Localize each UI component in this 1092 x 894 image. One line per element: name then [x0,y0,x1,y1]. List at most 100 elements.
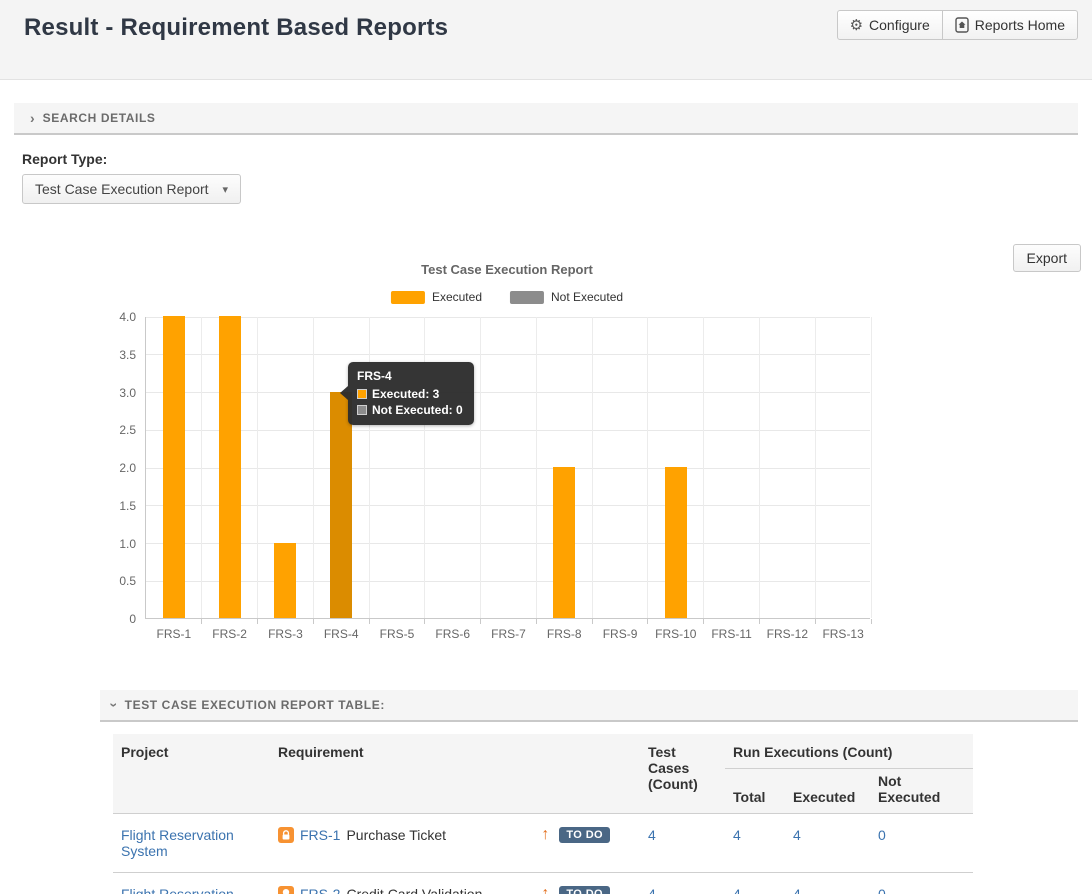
col-header-executed: Executed [785,769,870,814]
bar-FRS-3[interactable] [274,543,296,619]
legend-label: Executed [432,290,482,304]
configure-button[interactable]: ⚙ Configure [837,10,943,40]
not-executed-link[interactable]: 0 [878,827,886,843]
x-axis-tick [871,619,872,624]
y-axis-tick-label: 1.5 [94,499,136,513]
x-axis-tick [592,619,593,624]
table-row: Flight Reservation System FRS-1 Purchase T… [113,814,973,873]
tooltip-row-text: Not Executed: 0 [372,403,463,417]
x-axis-category-label: FRS-3 [268,627,303,641]
y-axis-tick-label: 2.5 [94,423,136,437]
reports-home-button[interactable]: Reports Home [942,10,1078,40]
chevron-right-icon: › [30,111,35,125]
chart-region: Export Test Case Execution Report Execut… [0,204,1092,654]
gridline [536,317,537,618]
gridline [647,317,648,618]
search-details-toggle[interactable]: › SEARCH DETAILS [14,103,1078,135]
x-axis-category-label: FRS-6 [435,627,470,641]
col-header-project: Project [113,734,270,814]
x-axis-category-label: FRS-9 [603,627,638,641]
project-link[interactable]: Flight Reservation System [121,886,234,894]
requirement-key-link[interactable]: FRS-1 [300,827,340,843]
test-cases-count-link[interactable]: 4 [648,886,656,894]
project-link[interactable]: Flight Reservation System [121,827,234,859]
col-header-not-executed: Not Executed [870,769,973,814]
requirement-cell: FRS-2Credit Card Validation↑TO DO [278,886,632,894]
export-button[interactable]: Export [1013,244,1081,272]
y-axis-tick-label: 1.0 [94,537,136,551]
x-axis-tick [424,619,425,624]
status-badge: TO DO [559,886,610,894]
gridline [313,317,314,618]
bar-FRS-1[interactable] [163,316,185,618]
legend-item[interactable]: Not Executed [510,290,623,304]
x-axis-tick [536,619,537,624]
chevron-down-icon: › [107,703,121,708]
y-axis-tick-label: 0.5 [94,574,136,588]
gridline [815,317,816,618]
report-type-label: Report Type: [22,151,1092,167]
chart-legend: Executed Not Executed [391,290,623,304]
gridline [480,317,481,618]
x-axis-tick [647,619,648,624]
table-section-toggle[interactable]: › TEST CASE EXECUTION REPORT TABLE: [100,690,1078,722]
gridline [146,392,870,393]
requirement-type-bulb-icon [278,886,294,894]
col-header-requirement: Requirement [270,734,640,814]
page-header: Result - Requirement Based Reports ⚙ Con… [0,0,1092,80]
bar-FRS-8[interactable] [553,467,575,618]
x-axis-tick [369,619,370,624]
executed-link[interactable]: 4 [793,886,801,894]
chart-title: Test Case Execution Report [421,262,593,277]
report-table: Project Requirement Test Cases (Count) R… [113,734,973,894]
y-axis-tick-label: 3.0 [94,386,136,400]
requirement-summary: Purchase Ticket [346,827,446,843]
report-home-icon [955,17,969,33]
report-type-block: Report Type: Test Case Execution Report … [22,151,1092,204]
legend-swatch [510,291,544,304]
tooltip-swatch [357,389,367,399]
legend-item[interactable]: Executed [391,290,482,304]
x-axis-tick [257,619,258,624]
x-axis-category-label: FRS-12 [767,627,808,641]
x-axis-category-label: FRS-1 [157,627,192,641]
gridline [201,317,202,618]
table-row: Flight Reservation SystemFRS-2Credit Car… [113,873,973,894]
bar-FRS-4[interactable] [330,392,352,619]
total-link[interactable]: 4 [733,827,741,843]
legend-swatch [391,291,425,304]
bar-FRS-10[interactable] [665,467,687,618]
gridline [871,317,872,618]
report-type-selected-value: Test Case Execution Report [35,181,209,197]
table-section-label: TEST CASE EXECUTION REPORT TABLE: [125,698,385,712]
requirement-key-link[interactable]: FRS-2 [300,886,340,894]
not-executed-link[interactable]: 0 [878,886,886,894]
col-header-test-cases: Test Cases (Count) [640,734,725,814]
x-axis-tick [759,619,760,624]
y-axis-tick-label: 0 [94,612,136,626]
y-axis-tick-label: 3.5 [94,348,136,362]
gridline [146,354,870,355]
search-details-label: SEARCH DETAILS [43,111,156,125]
requirement-type-lock-icon [278,827,294,843]
bar-FRS-2[interactable] [219,316,241,618]
gridline [257,317,258,618]
priority-high-icon: ↑ [541,886,549,894]
total-link[interactable]: 4 [733,886,741,894]
x-axis-tick [815,619,816,624]
gridline [146,468,870,469]
col-header-total: Total [725,769,785,814]
test-cases-count-link[interactable]: 4 [648,827,656,843]
requirement-cell: FRS-1Purchase Ticket↑TO DO [278,827,632,843]
gridline [146,505,870,506]
tooltip-row: Not Executed: 0 [357,403,463,417]
gridline [146,317,870,318]
reports-home-button-label: Reports Home [975,17,1065,33]
executed-link[interactable]: 4 [793,827,801,843]
x-axis-category-label: FRS-11 [711,627,751,641]
gridline [592,317,593,618]
report-type-dropdown[interactable]: Test Case Execution Report ▾ [22,174,241,204]
x-axis-tick [201,619,202,624]
tooltip-arrow [340,386,348,400]
gridline [759,317,760,618]
